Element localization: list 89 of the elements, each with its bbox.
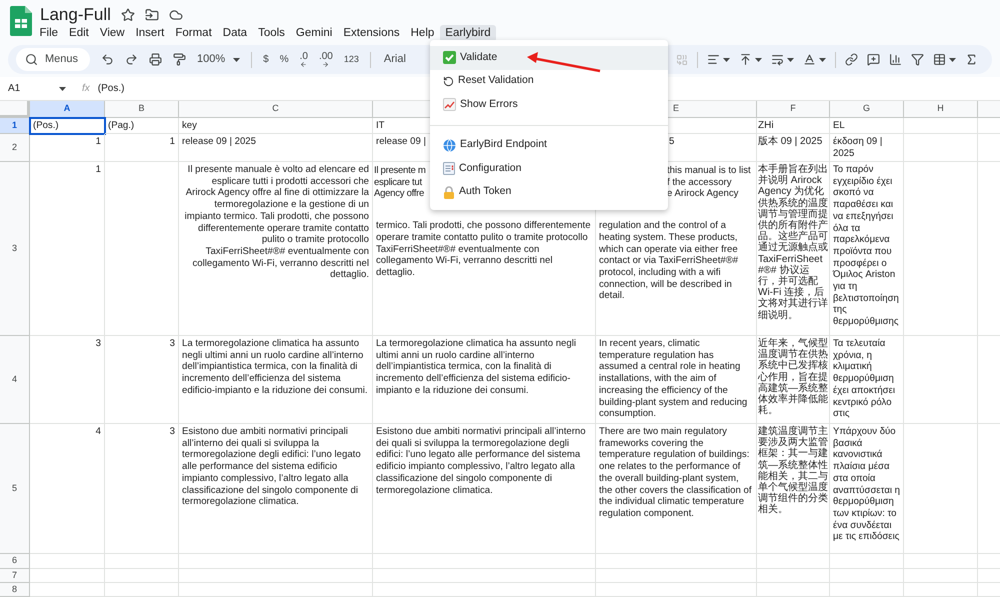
cell-text-fragment: Agency offre bbox=[374, 188, 424, 200]
cell-text: regulation and the control of a heating system. These products, which can operate via either free contact or via TaxiFerriSheet#®# protocol, including with a wifi connection, will be described in detail. bbox=[599, 220, 740, 302]
grid-cell[interactable]: έκδοση 09 | 2025 bbox=[830, 134, 904, 162]
search-menus-button[interactable]: Menus bbox=[16, 48, 90, 72]
name-box[interactable]: A1 bbox=[0, 81, 72, 96]
dropdown-item[interactable]: Validate bbox=[430, 46, 668, 70]
grid-cell[interactable]: 建筑温度调节主要涉及两大监管框架：其一与建筑—系统整体性能相关，其二与单个气候型温度调节组件的分类相关。 bbox=[757, 424, 830, 554]
grid-cell[interactable]: (Pag.) bbox=[105, 118, 179, 134]
cell-text: 4 bbox=[96, 426, 101, 438]
cell-text: 3 bbox=[170, 426, 175, 438]
row-header[interactable]: 4 bbox=[0, 336, 30, 424]
menu-item[interactable]: Extensions bbox=[338, 25, 406, 42]
cell-text: termico. Tali prodotti, che possono differentemente operare tramite contatto pulito o tramite protocollo TaxiFerriSheet#®# eventualmente con collegamento Wi-Fi, verranno descritti nel dettaglio. bbox=[376, 220, 592, 279]
cell-text: release 09 | bbox=[376, 136, 426, 148]
grid-cell[interactable]: release 09 | 2025 bbox=[179, 134, 373, 162]
column-header[interactable]: B bbox=[105, 101, 179, 118]
cell-text: EL bbox=[833, 120, 845, 132]
grid-cell[interactable]: 3 bbox=[105, 336, 179, 424]
zoom-dropdown[interactable]: 100% bbox=[197, 51, 240, 68]
menu-item[interactable]: View bbox=[94, 25, 130, 42]
cell-text: There are two main regulatory frameworks covering the temperature regulation of buildings: one relates to the performance of the overall building-plant system, the other covers the classification of the individual climatic temperature regulation component. bbox=[599, 426, 753, 520]
cell-text: ZHi bbox=[758, 120, 775, 132]
column-header[interactable]: H bbox=[904, 101, 978, 118]
cell-text: 1 bbox=[96, 136, 101, 148]
menu-item[interactable]: Help bbox=[405, 25, 440, 42]
cell-text: Υπάρχουν δύο βασικά κανονιστικά πλαίσια μέσα στα οποία αναπτύσσεται η θερμορύθμιση των κτιρίων: το ένα συνδέεται με τις επιδόσεις bbox=[833, 426, 900, 544]
decrease-decimal-button[interactable]: .0 bbox=[300, 52, 308, 68]
grid-cell[interactable]: (Pos.) bbox=[30, 118, 105, 134]
row-header[interactable]: 6 bbox=[0, 554, 30, 569]
cell-text: 5 bbox=[669, 136, 674, 148]
number-format-button[interactable]: 123 bbox=[344, 52, 359, 66]
percent-button[interactable]: % bbox=[280, 52, 289, 68]
row-header[interactable]: 7 bbox=[0, 569, 30, 583]
column-header[interactable]: C bbox=[179, 101, 373, 118]
menu-item[interactable]: File bbox=[34, 25, 64, 42]
document-title[interactable]: Lang-Full bbox=[40, 5, 111, 25]
grid-cell[interactable]: 1 bbox=[30, 134, 105, 162]
column-header[interactable]: A bbox=[30, 101, 105, 118]
dropdown-item[interactable]: Reset Validation bbox=[430, 70, 668, 93]
increase-decimal-button[interactable]: .00 bbox=[318, 52, 333, 68]
cell-text: Τα τελευταία χρόνια, η κλιματική θερμορύθμιση έχει αποκτήσει κεντρικό ρόλο στις bbox=[833, 338, 896, 420]
grid-cell[interactable]: ZHi bbox=[757, 118, 830, 134]
row-header[interactable]: 5 bbox=[0, 424, 30, 554]
grid-cell[interactable]: 3 bbox=[105, 424, 179, 554]
cell-text: Il presente manuale è volto ad elencare ed esplicare tutti i prodotti accessori che Arirock Agency offre al fine di ottimizzare la termoregolazione e la gestione di un impianto termico. Tali prodotti, che possono differentemente operare tramite contatto pulito o tramite protocollo TaxiFerriSheet#®# eventualmente con collegamento Wi-Fi, verranno descritti nel dettaglio. bbox=[184, 164, 369, 282]
grid-cell[interactable]: Υπάρχουν δύο βασικά κανονιστικά πλαίσια μέσα στα οποία αναπτύσσεται η θερμορύθμιση των κτιρίων: το ένα συνδέεται με τις επιδόσεις bbox=[830, 424, 904, 554]
cell-text: 1 bbox=[170, 136, 175, 148]
menu-item[interactable]: Format bbox=[170, 25, 218, 42]
cell-text: La termoregolazione climatica ha assunto negli ultimi anni un ruolo cardine all’interno dell’impiantistica termica, con la finalità di incremento dell’efficienza del sistema edificio-impianto e la riduzione dei consumi. bbox=[376, 338, 577, 397]
row-header[interactable]: 2 bbox=[0, 134, 30, 162]
menu-item[interactable]: Data bbox=[217, 25, 253, 42]
column-header[interactable]: G bbox=[830, 101, 904, 118]
formula-field[interactable]: (Pos.) bbox=[98, 81, 124, 96]
cell-text: 建筑温度调节主要涉及两大监管框架：其一与建筑—系统整体性能相关，其二与单个气候型温度调节组件的分类相关。 bbox=[758, 426, 828, 516]
cell-text-fragment: esplicare tut bbox=[374, 176, 422, 188]
row-header[interactable]: 1 bbox=[0, 118, 30, 134]
grid-cell[interactable]: Τα τελευταία χρόνια, η κλιματική θερμορύθμιση έχει αποκτήσει κεντρικό ρόλο στις bbox=[830, 336, 904, 424]
cell-text: (Pag.) bbox=[108, 120, 134, 132]
cell-text: (Pos.) bbox=[33, 120, 59, 132]
dropdown-item[interactable]: Auth Token bbox=[430, 180, 668, 204]
cell-text: key bbox=[182, 120, 197, 132]
menu-item[interactable]: Edit bbox=[64, 25, 94, 42]
row-header[interactable]: 3 bbox=[0, 162, 30, 336]
cell-text: Esistono due ambiti normativi principali all’interno dei quali si sviluppa la termoregolazione degli edifici: l’uno legato alle performance del sistema edificio impianto complessivo, l’altro legato alla classificazione del singolo componente di termoregolazione climatica. bbox=[182, 426, 362, 508]
grid-cell[interactable]: EL bbox=[830, 118, 904, 134]
menu-item[interactable]: Tools bbox=[252, 25, 290, 42]
cell-text: 1 bbox=[96, 164, 101, 176]
grid-cell[interactable]: key bbox=[179, 118, 373, 134]
column-header[interactable]: F bbox=[757, 101, 830, 118]
grid-cell[interactable]: 1 bbox=[105, 134, 179, 162]
grid-cell[interactable]: 3 bbox=[30, 336, 105, 424]
grid-cell[interactable]: 版本 09 | 2025 bbox=[757, 134, 830, 162]
cell-text: 版本 09 | 2025 bbox=[758, 136, 824, 148]
cell-text: Esistono due ambiti normativi principali all’interno dei quali si sviluppa la termoregolazione degli edifici: l’uno legato alle performance del sistema edificio impianto complessivo, l’altro legato alla classificazione del singolo componente di termoregolazione climatica. bbox=[376, 426, 587, 496]
cell-text-fragment: Il presente m bbox=[374, 165, 426, 177]
menu-item[interactable]: Gemini bbox=[290, 25, 338, 42]
cell-text: 3 bbox=[96, 338, 101, 350]
cell-text: La termoregolazione climatica ha assunto negli ultimi anni un ruolo cardine all’interno dell’impiantistica termica, con la finalità di incremento dell’efficienza del sistema edificio-impianto e la riduzione dei consumi. bbox=[182, 338, 369, 397]
currency-button[interactable]: $ bbox=[263, 52, 269, 68]
grid-cell[interactable]: 1 bbox=[30, 162, 105, 336]
font-dropdown[interactable]: Arial bbox=[384, 51, 406, 68]
grid-cell[interactable]: 4 bbox=[30, 424, 105, 554]
cell-text: release 09 | 2025 bbox=[182, 136, 256, 148]
function-label: fx bbox=[82, 82, 90, 96]
cell-text: έκδοση 09 | 2025 bbox=[833, 136, 884, 160]
row-header[interactable]: 8 bbox=[0, 583, 30, 597]
menu-item[interactable]: Insert bbox=[130, 25, 170, 42]
cell-text: 3 bbox=[170, 338, 175, 350]
cell-text: IT bbox=[376, 120, 385, 132]
